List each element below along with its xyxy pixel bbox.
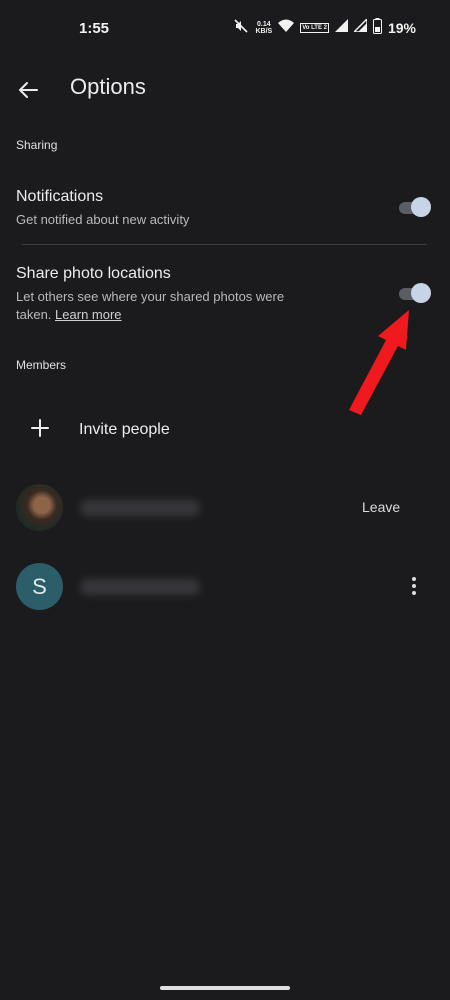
more-vert-icon[interactable] [406,574,422,598]
net-speed-value: 0.14 [257,21,271,28]
toggle-thumb [411,197,431,217]
divider [22,244,427,245]
member-row: S [0,560,450,616]
sharing-section-label: Sharing [16,138,58,152]
avatar: S [16,563,63,610]
signal-icon-1 [334,19,348,37]
notifications-row[interactable]: Notifications Get notified about new act… [0,178,450,236]
notifications-toggle[interactable] [399,197,431,217]
notifications-title: Notifications [16,188,104,205]
back-button[interactable] [10,72,46,108]
status-icons: 0.14 KB/S Vo LTE 2 19% [233,17,416,39]
signal-icon-2 [352,17,368,37]
learn-more-link[interactable]: Learn more [55,307,121,322]
battery-icon [372,17,382,39]
net-speed-unit: KB/S [255,28,273,35]
plus-icon [31,419,49,437]
avatar [16,484,63,531]
battery-percent: 19% [387,20,416,36]
member-name-blurred [80,579,200,595]
share-locations-title: Share photo locations [16,265,171,282]
leave-button[interactable]: Leave [362,499,400,515]
net-speed: 0.14 KB/S [255,21,272,35]
status-time: 1:55 [79,20,110,37]
invite-people-button[interactable]: Invite people [0,400,450,460]
wifi-icon [278,19,295,38]
members-section-label: Members [16,358,67,372]
member-name-blurred [80,500,200,516]
home-indicator[interactable] [160,986,290,990]
notifications-subtitle: Get notified about new activity [16,212,190,227]
share-locations-subtitle: Let others see where your shared photos … [16,288,316,324]
volte-badge: Vo LTE 2 [300,23,329,33]
red-arrow-annotation [349,310,409,415]
invite-people-label: Invite people [79,421,170,438]
mute-vibrate-icon [233,18,249,39]
page-title: Options [70,74,146,99]
arrow-back-icon [19,82,38,98]
